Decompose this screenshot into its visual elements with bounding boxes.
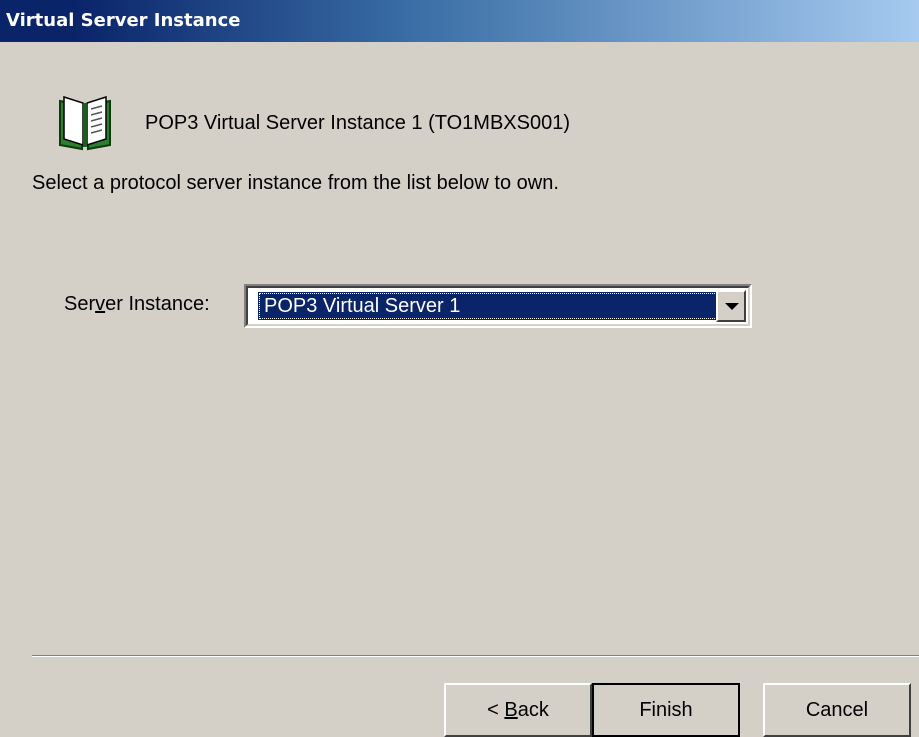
chevron-down-icon bbox=[725, 303, 739, 310]
separator-line bbox=[32, 655, 919, 657]
dropdown-selected-value[interactable]: POP3 Virtual Server 1 bbox=[258, 292, 718, 320]
back-button-suffix: ack bbox=[517, 699, 549, 721]
instance-title: POP3 Virtual Server Instance 1 (TO1MBXS0… bbox=[145, 112, 571, 134]
window-title: Virtual Server Instance bbox=[6, 10, 241, 31]
dropdown-button[interactable] bbox=[716, 290, 746, 322]
server-instance-label-suffix: er Instance: bbox=[105, 293, 210, 315]
back-button[interactable]: < Back bbox=[444, 683, 592, 737]
back-button-prefix: < bbox=[487, 699, 505, 721]
title-bar[interactable]: Virtual Server Instance bbox=[0, 0, 919, 42]
back-button-mnemonic: B bbox=[504, 699, 518, 721]
cancel-button[interactable]: Cancel bbox=[763, 683, 911, 737]
server-instance-label: Server Instance: bbox=[64, 293, 210, 316]
dropdown-field: POP3 Virtual Server 1 bbox=[246, 286, 750, 326]
server-instance-label-mnemonic: v bbox=[95, 293, 106, 315]
finish-button[interactable]: Finish bbox=[592, 683, 740, 737]
book-icon bbox=[54, 91, 116, 153]
server-instance-dropdown[interactable]: POP3 Virtual Server 1 bbox=[244, 284, 752, 328]
server-instance-label-prefix: Ser bbox=[64, 293, 96, 315]
wizard-dialog: Virtual Server Instance POP3 Virtual Ser… bbox=[0, 0, 919, 737]
instructions-text: Select a protocol server instance from t… bbox=[32, 172, 559, 194]
